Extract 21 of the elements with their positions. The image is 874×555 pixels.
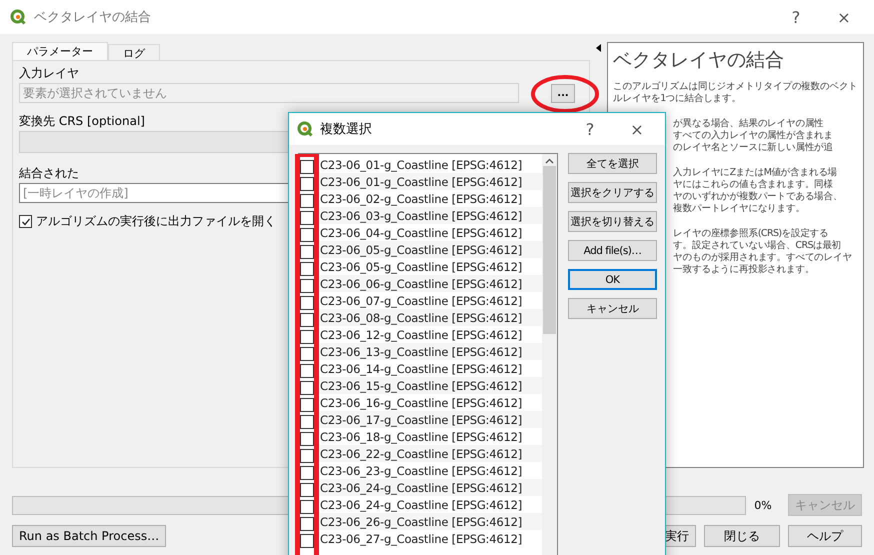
help-text: ルレイヤを1つに結合します。 bbox=[613, 93, 741, 105]
dialog-title: 複数選択 bbox=[320, 121, 373, 138]
window-title: ベクタレイヤの結合 bbox=[34, 9, 152, 26]
checkbox-label: アルゴリズムの実行後に出力ファイルを開く bbox=[36, 213, 276, 230]
field-label: 変換先 CRS [optional] bbox=[19, 113, 145, 129]
progress-reading: 0% bbox=[754, 498, 773, 512]
help-text: すべての入力レイヤの属性が含まれま bbox=[673, 130, 834, 142]
help-text: 複数パートレイヤになります。 bbox=[673, 203, 805, 215]
field-label: 入力レイヤ bbox=[19, 65, 79, 81]
help-text: ヤのいずれかが複数パートである場合、 bbox=[673, 191, 842, 203]
help-text: 一致するように再投影されます。 bbox=[673, 264, 814, 276]
help-title: ベクタレイヤの結合 bbox=[613, 48, 786, 73]
help-text: レイヤの座標参照系(CRS)を設定する bbox=[673, 228, 828, 240]
help-text: このアルゴリズムは同じジオメトリタイプの複数のベクト bbox=[613, 81, 858, 93]
help-text: ヤにはこれらの値も含まれます。同様 bbox=[673, 179, 834, 191]
help-text: のレイヤ名とソースに新しい属性が追 bbox=[673, 142, 834, 154]
help-text: す。設定されていない場合、CRSは最初 bbox=[673, 240, 842, 252]
field-label: 結合された bbox=[19, 165, 79, 181]
help-text: 入力レイヤにZまたはM値が含まれる場 bbox=[673, 167, 838, 179]
help-text: ヤのものが採用されます。すべてのレイヤ bbox=[673, 252, 852, 264]
help-text: が異なる場合、結果のレイヤの属性 bbox=[673, 118, 824, 130]
